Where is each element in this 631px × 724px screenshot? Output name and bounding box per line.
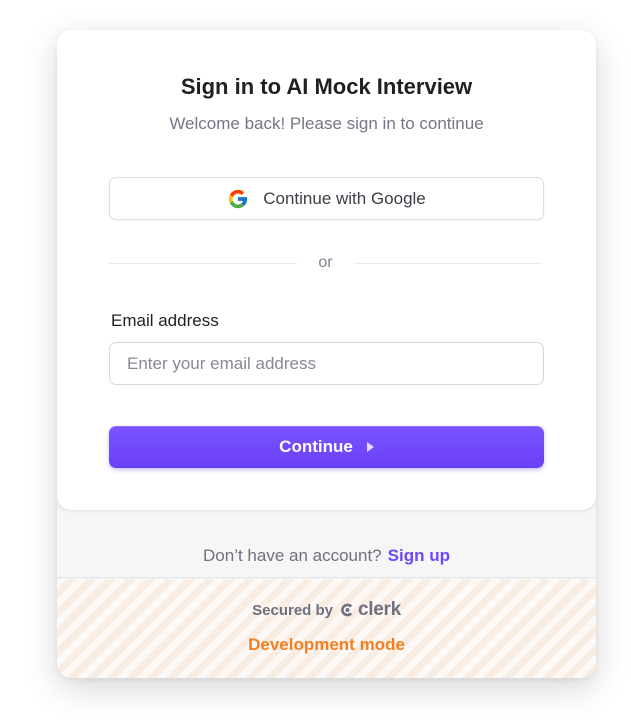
clerk-logo[interactable]: clerk	[339, 599, 401, 621]
continue-button-label: Continue	[279, 437, 353, 456]
clerk-wordmark: clerk	[358, 599, 401, 620]
divider-or-text: or	[318, 254, 333, 271]
secured-by: Secured by clerk	[57, 599, 596, 621]
signup-prompt: Don’t have an account?	[203, 545, 382, 565]
divider-line-right	[354, 263, 542, 264]
signup-footer: Don’t have an account? Sign up	[57, 510, 596, 578]
sign-in-main-panel: Sign in to AI Mock Interview Welcome bac…	[57, 30, 596, 510]
google-button-label: Continue with Google	[263, 188, 426, 208]
secured-by-text: Secured by	[252, 601, 333, 619]
sign-in-card: Sign in to AI Mock Interview Welcome bac…	[57, 30, 596, 678]
sign-up-link[interactable]: Sign up	[388, 546, 450, 566]
development-mode-label: Development mode	[248, 635, 405, 654]
page-title: Sign in to AI Mock Interview	[180, 74, 473, 99]
continue-button[interactable]: Continue	[109, 426, 544, 468]
continue-with-google-button[interactable]: Continue with Google	[109, 177, 544, 220]
caret-right-icon	[366, 442, 374, 452]
divider-line-left	[109, 263, 297, 264]
google-icon	[229, 189, 248, 208]
clerk-logo-icon	[341, 603, 353, 617]
email-input[interactable]	[109, 342, 544, 385]
dev-mode-footer: Secured by clerk Development mode	[57, 579, 596, 678]
email-label: Email address	[111, 311, 219, 330]
page-subtitle: Welcome back! Please sign in to continue	[169, 114, 484, 133]
